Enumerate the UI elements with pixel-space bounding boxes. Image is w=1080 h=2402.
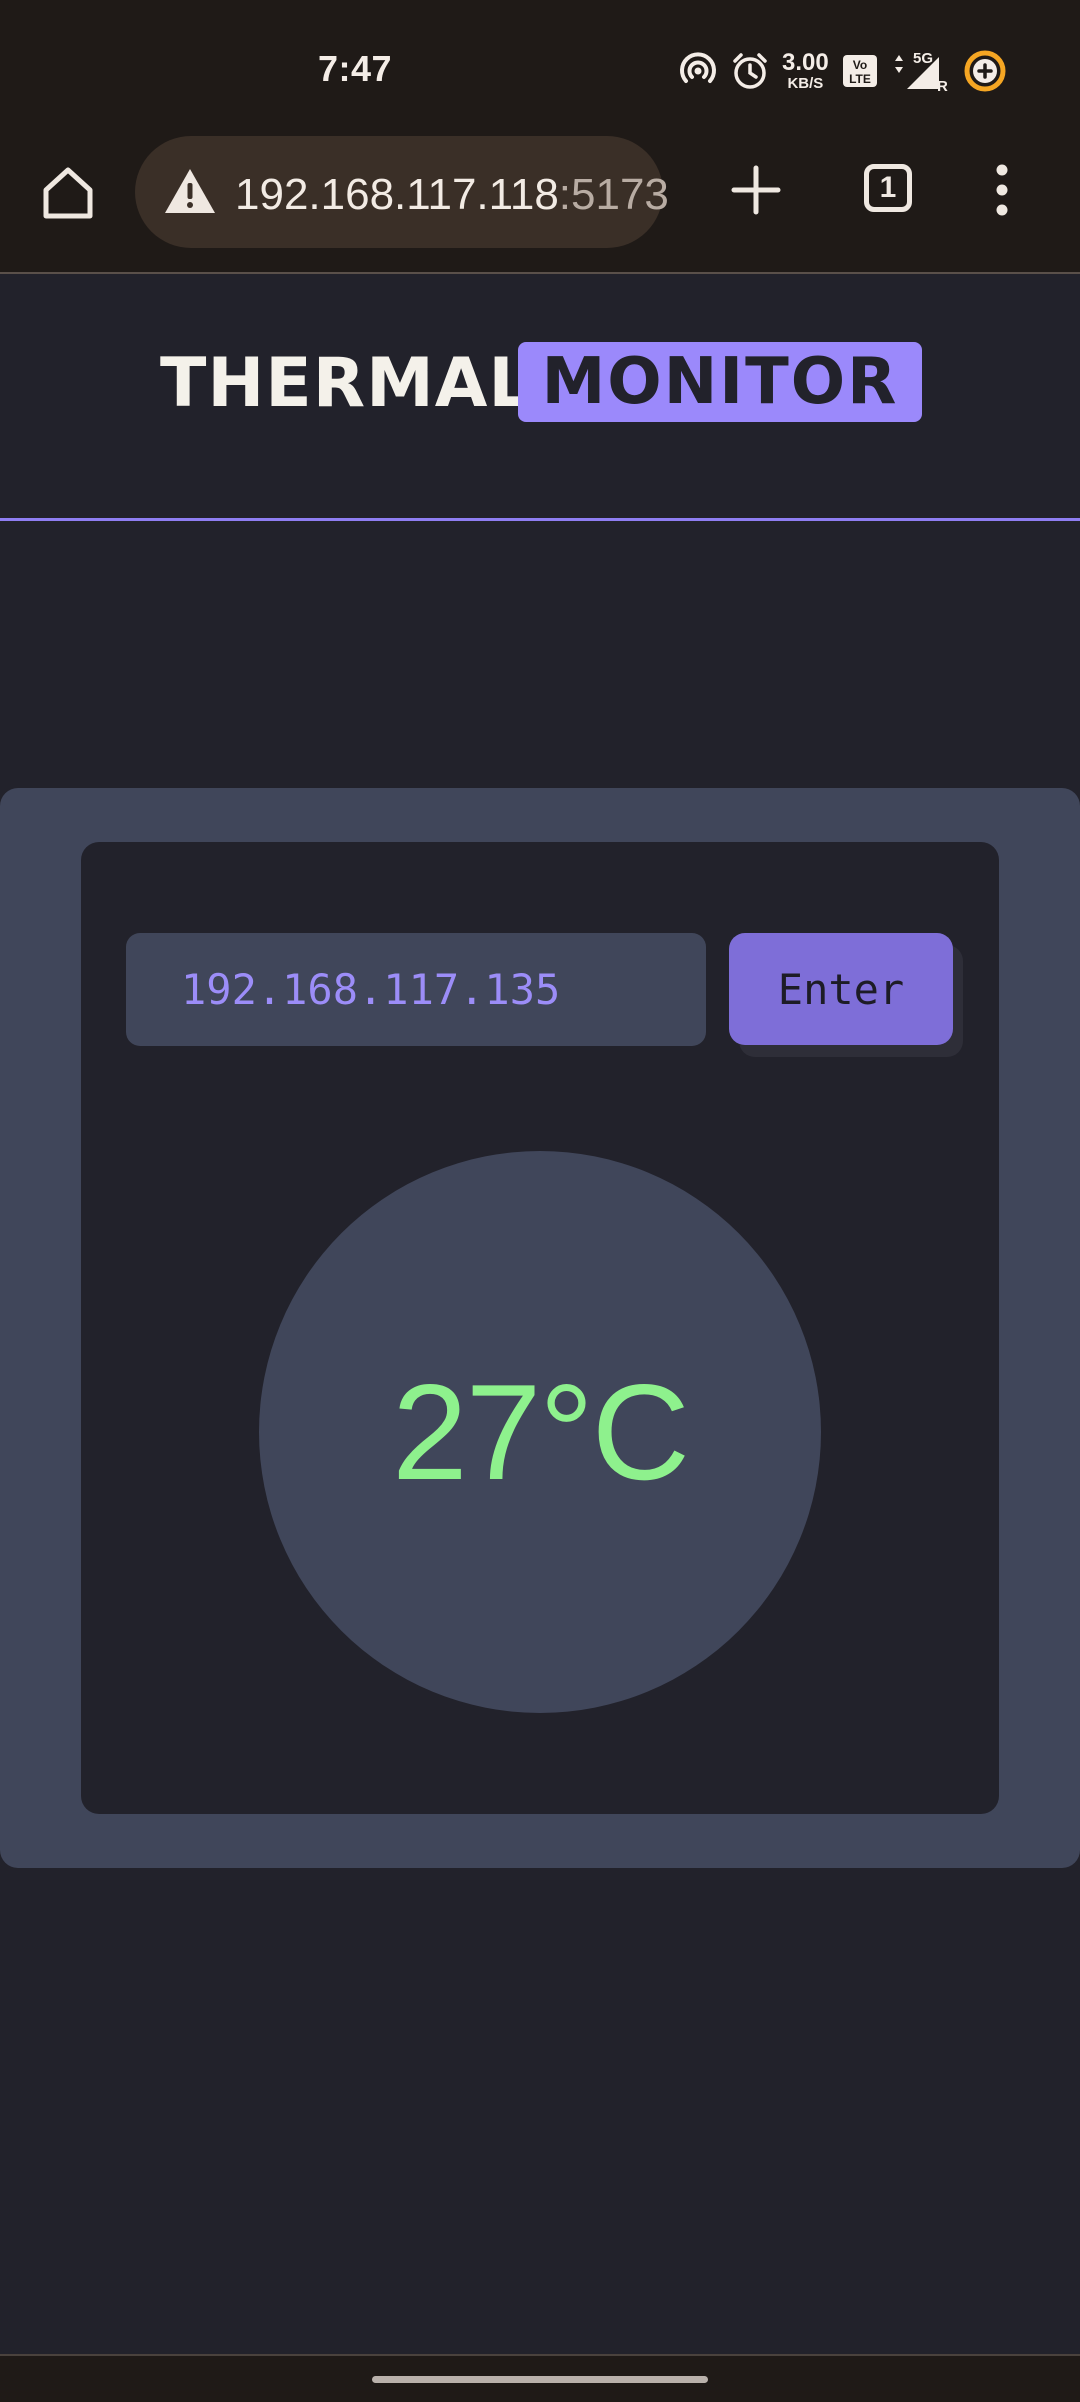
- monitor-card: Enter 27°C: [81, 842, 999, 1814]
- url-port: :5173: [558, 170, 669, 219]
- tabs-button[interactable]: 1: [864, 164, 912, 212]
- net-speed: 3.00 KB/S: [782, 49, 829, 92]
- navigation-bar: [0, 2354, 1080, 2402]
- home-button[interactable]: [36, 160, 100, 224]
- more-vert-icon: [996, 164, 1008, 216]
- hotspot-icon: [678, 51, 718, 91]
- ip-address-input[interactable]: [126, 933, 706, 1046]
- status-bar: 7:47 3.00 KB/S Vo LTE 5G R: [0, 0, 1080, 132]
- network-type: 5G: [913, 50, 933, 67]
- svg-text:Vo: Vo: [852, 58, 866, 72]
- home-icon: [43, 167, 93, 219]
- roaming-indicator: R: [937, 78, 948, 93]
- volte-icon: Vo LTE: [841, 51, 879, 91]
- url-text: 192.168.117.118:5173: [235, 170, 669, 220]
- gesture-handle[interactable]: [372, 2376, 708, 2383]
- url-host: 192.168.117.118: [235, 170, 559, 219]
- plus-icon: [731, 165, 781, 215]
- status-time: 7:47: [318, 48, 393, 89]
- warning-icon[interactable]: [163, 166, 217, 221]
- signal-icon: 5G R: [891, 49, 949, 93]
- enter-button[interactable]: Enter: [729, 933, 953, 1045]
- menu-button[interactable]: [984, 162, 1020, 218]
- net-speed-unit: KB/S: [787, 75, 824, 92]
- battery-saver-icon: [961, 47, 1009, 95]
- page-title-thermal: THERMAL: [160, 344, 533, 423]
- new-tab-button[interactable]: [724, 158, 788, 222]
- status-icons: 3.00 KB/S Vo LTE 5G R: [678, 48, 1009, 94]
- address-bar[interactable]: 192.168.117.118:5173: [135, 136, 669, 248]
- net-speed-value: 3.00: [782, 49, 829, 76]
- page-title-monitor: MONITOR: [518, 342, 922, 422]
- page-header: THERMAL MONITOR: [0, 274, 1080, 521]
- browser-toolbar: 192.168.117.118:5173 1: [0, 132, 1080, 274]
- monitor-panel: Enter 27°C: [0, 788, 1080, 1868]
- temperature-gauge: 27°C: [259, 1151, 821, 1713]
- svg-text:LTE: LTE: [849, 72, 871, 86]
- temperature-value: 27°C: [392, 1356, 690, 1508]
- alarm-icon: [730, 51, 770, 91]
